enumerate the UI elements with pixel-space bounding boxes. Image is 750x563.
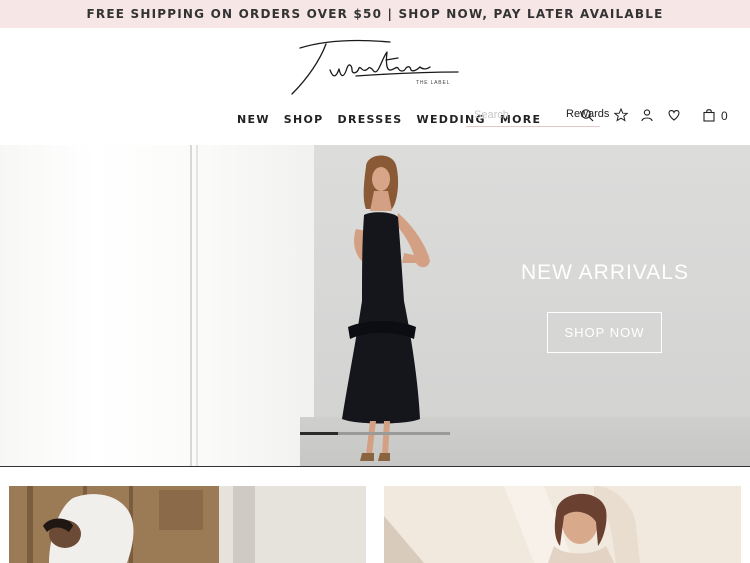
promo-banner: FREE SHIPPING ON ORDERS OVER $50 | SHOP … — [0, 0, 750, 28]
brand-logo[interactable] — [286, 36, 462, 98]
promo-text: FREE SHIPPING ON ORDERS OVER $50 | SHOP … — [86, 7, 664, 21]
user-icon[interactable] — [640, 108, 654, 122]
hero-banner[interactable]: NEW ARRIVALS SHOP NOW — [0, 145, 750, 467]
category-image-right — [384, 486, 741, 563]
category-image-left — [9, 486, 366, 563]
star-icon[interactable] — [614, 108, 628, 122]
slide-progress-fill — [300, 432, 338, 435]
nav-item-shop[interactable]: SHOP — [284, 113, 324, 126]
nav-item-new[interactable]: NEW — [237, 113, 270, 126]
curtain-fold — [190, 145, 192, 467]
heart-icon[interactable] — [667, 108, 681, 122]
bag-icon[interactable] — [702, 108, 716, 122]
hero-model-image — [342, 155, 430, 461]
hero-title: NEW ARRIVALS — [521, 261, 689, 284]
shop-now-button[interactable]: SHOP NOW — [547, 312, 662, 353]
logo-subtitle: THE LABEL — [416, 80, 451, 86]
category-tile-right[interactable] — [384, 486, 741, 563]
cart-count[interactable]: 0 — [721, 109, 728, 123]
rewards-link[interactable]: Rewards — [566, 108, 609, 120]
search-input[interactable] — [474, 105, 574, 125]
curtain-fold — [196, 145, 198, 467]
hero-divider — [0, 466, 750, 467]
category-tile-left[interactable] — [9, 486, 366, 563]
nav-item-dresses[interactable]: DRESSES — [338, 113, 403, 126]
hero-curtain — [0, 145, 318, 467]
logo-signature — [291, 39, 459, 95]
slide-progress-track[interactable] — [300, 432, 450, 435]
